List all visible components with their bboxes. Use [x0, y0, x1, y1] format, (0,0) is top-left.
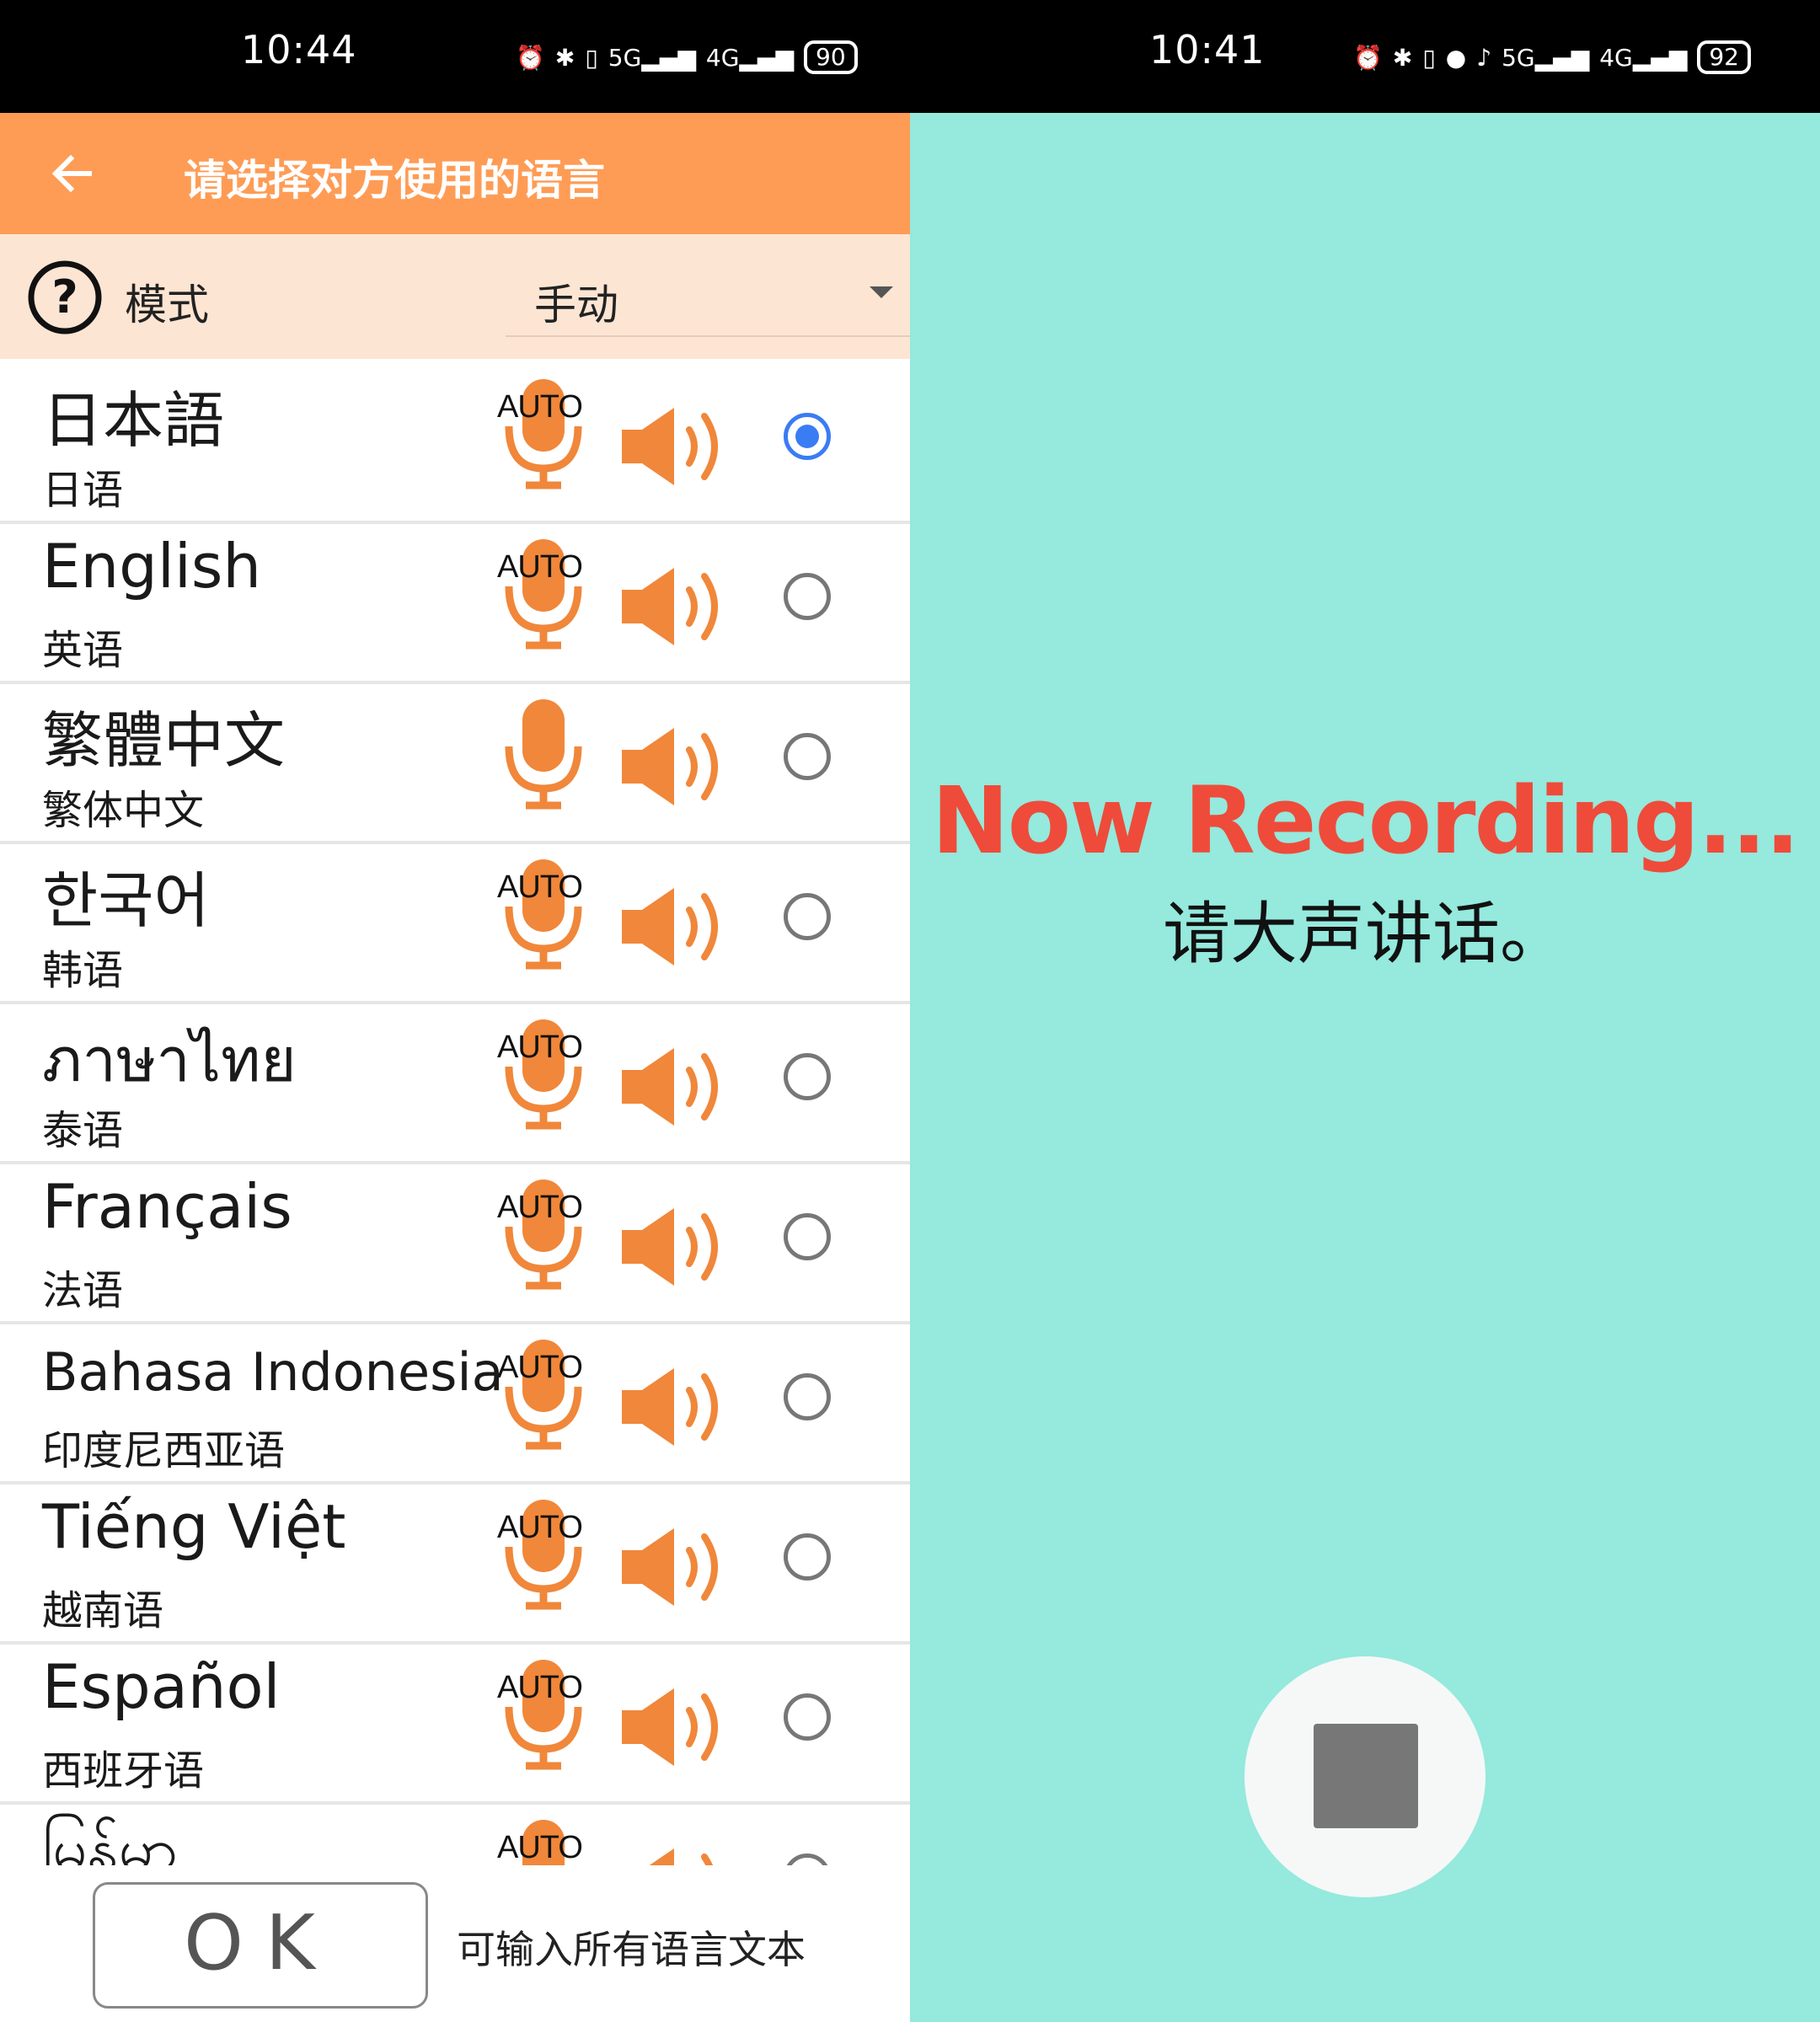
speaker-icon[interactable] — [620, 1525, 733, 1609]
language-row[interactable]: 日本語日语 AUTO — [0, 362, 910, 524]
language-name: Español — [42, 1651, 281, 1722]
language-subtitle: 越南语 — [42, 1587, 164, 1634]
language-row[interactable]: ภาษาไทย 泰语 AUTO — [0, 1003, 910, 1164]
language-row[interactable]: Español 西班牙语 AUTO — [0, 1643, 910, 1805]
input-hint: 可输入所有语言文本 — [457, 1927, 806, 1972]
mode-value: 手动 — [534, 281, 618, 329]
speaker-icon[interactable] — [620, 1365, 733, 1449]
battery-icon: 92 — [1697, 40, 1751, 74]
mode-row: ? 模式 手动 — [0, 234, 910, 359]
auto-label: AUTO — [497, 869, 583, 905]
language-row[interactable]: Tiếng Việt 越南语 AUTO — [0, 1483, 910, 1645]
language-name: Tiếng Việt — [42, 1491, 346, 1562]
5g-signal-icon: 5G▂▄▆ — [608, 43, 696, 72]
language-radio[interactable] — [784, 733, 831, 780]
language-radio[interactable] — [784, 1693, 831, 1741]
language-subtitle: 西班牙语 — [42, 1747, 205, 1795]
4g-signal-icon: 4G▂▄▆ — [1599, 43, 1688, 72]
status-time: 10:41 — [1149, 27, 1266, 72]
auto-label: AUTO — [497, 1830, 583, 1865]
battery-icon: 90 — [804, 40, 858, 74]
speaker-icon[interactable] — [620, 885, 733, 969]
language-radio[interactable] — [784, 893, 831, 940]
microphone-icon[interactable] — [497, 694, 590, 812]
help-icon[interactable]: ? — [27, 259, 103, 335]
location-icon: ● — [1445, 43, 1467, 72]
vibrate-icon: ▯ — [1422, 43, 1436, 72]
language-subtitle: 泰语 — [42, 1107, 124, 1154]
language-row[interactable]: Français 法语 AUTO — [0, 1163, 910, 1324]
bottom-bar: OK 可输入所有语言文本 — [0, 1865, 910, 2022]
svg-text:?: ? — [51, 270, 78, 324]
language-radio[interactable] — [784, 573, 831, 620]
alarm-icon: ⏰ — [516, 43, 545, 72]
language-name: Bahasa Indonesia — [42, 1341, 504, 1403]
language-row[interactable]: Bahasa Indonesia 印度尼西亚语 AUTO — [0, 1323, 910, 1484]
recording-hint: 请大声讲话。 — [1163, 895, 1567, 973]
language-name: 한국어 — [42, 865, 210, 936]
speaker-icon[interactable] — [620, 404, 733, 489]
auto-label: AUTO — [497, 389, 583, 425]
alarm-icon: ⏰ — [1353, 43, 1383, 72]
language-select-screen: 10:44 ⏰ ✱ ▯ 5G▂▄▆ 4G▂▄▆ 90 请选择对方使用的语言 ? … — [0, 0, 910, 2022]
language-subtitle: 法语 — [42, 1267, 124, 1314]
auto-label: AUTO — [497, 1350, 583, 1385]
bluetooth-icon: ✱ — [554, 43, 575, 72]
stop-icon — [1314, 1724, 1418, 1828]
speaker-icon[interactable] — [620, 1205, 733, 1289]
language-name: 日本語 — [42, 385, 225, 456]
language-row[interactable]: English 英语 AUTO — [0, 522, 910, 684]
page-title: 请选择对方使用的语言 — [184, 156, 605, 205]
language-row[interactable]: 繁體中文 繁体中文 — [0, 682, 910, 844]
language-list[interactable]: 日本語 日语 AUTO English 英语 AUTO 繁體中文 繁体中文 한국어 韩语 AUTO ภ… — [0, 362, 910, 1865]
status-icons: ⏰ ✱ ▯ ● ♪ 5G▂▄▆ 4G▂▄▆ 92 — [1353, 40, 1751, 74]
language-subtitle: 印度尼西亚语 — [42, 1427, 286, 1474]
language-row[interactable]: မြန်မာ AUTO — [0, 1803, 910, 1865]
language-radio[interactable] — [784, 1213, 831, 1260]
speaker-icon[interactable] — [620, 1045, 733, 1129]
language-radio[interactable] — [784, 1533, 831, 1581]
auto-label: AUTO — [497, 1190, 583, 1225]
language-radio[interactable] — [784, 1854, 831, 1865]
speaker-icon[interactable] — [620, 1845, 733, 1865]
auto-label: AUTO — [497, 1670, 583, 1705]
status-icons: ⏰ ✱ ▯ 5G▂▄▆ 4G▂▄▆ 90 — [516, 40, 858, 74]
speaker-icon[interactable] — [620, 1685, 733, 1769]
status-time: 10:44 — [241, 27, 357, 72]
language-name: မြန်မာ — [42, 1814, 179, 1865]
bluetooth-icon: ✱ — [1392, 43, 1413, 72]
language-name: ภาษาไทย — [42, 1024, 297, 1095]
status-bar: 10:41 ⏰ ✱ ▯ ● ♪ 5G▂▄▆ 4G▂▄▆ 92 — [910, 0, 1820, 113]
dropdown-arrow-icon — [870, 286, 893, 298]
speaker-icon[interactable] — [620, 564, 733, 649]
mode-label: 模式 — [125, 281, 209, 329]
language-subtitle: 日语 — [42, 467, 124, 514]
auto-label: AUTO — [497, 549, 583, 585]
language-row[interactable]: 한국어 韩语 AUTO — [0, 842, 910, 1004]
stop-recording-button[interactable] — [1245, 1656, 1485, 1897]
app-bar: 请选择对方使用的语言 — [0, 113, 910, 234]
auto-label: AUTO — [497, 1510, 583, 1545]
5g-signal-icon: 5G▂▄▆ — [1502, 43, 1590, 72]
language-name: Français — [42, 1171, 292, 1242]
auto-label: AUTO — [497, 1030, 583, 1065]
vibrate-icon: ▯ — [585, 43, 598, 72]
language-subtitle: 韩语 — [42, 947, 124, 994]
recording-screen: 10:41 ⏰ ✱ ▯ ● ♪ 5G▂▄▆ 4G▂▄▆ 92 Now Recor… — [910, 0, 1820, 2022]
mode-dropdown[interactable]: 手动 — [506, 251, 910, 337]
language-name: English — [42, 531, 261, 602]
4g-signal-icon: 4G▂▄▆ — [705, 43, 795, 72]
status-bar: 10:44 ⏰ ✱ ▯ 5G▂▄▆ 4G▂▄▆ 90 — [0, 0, 910, 113]
mic-icon: ♪ — [1476, 43, 1492, 72]
recording-title: Now Recording... — [931, 767, 1801, 875]
back-arrow-icon[interactable] — [46, 147, 99, 201]
language-subtitle: 繁体中文 — [42, 787, 205, 834]
speaker-icon[interactable] — [620, 725, 733, 809]
ok-button[interactable]: OK — [93, 1882, 428, 2009]
language-radio[interactable] — [784, 1373, 831, 1420]
language-subtitle: 英语 — [42, 627, 124, 674]
language-radio[interactable] — [784, 413, 831, 460]
language-name: 繁體中文 — [42, 705, 286, 776]
language-radio[interactable] — [784, 1053, 831, 1100]
